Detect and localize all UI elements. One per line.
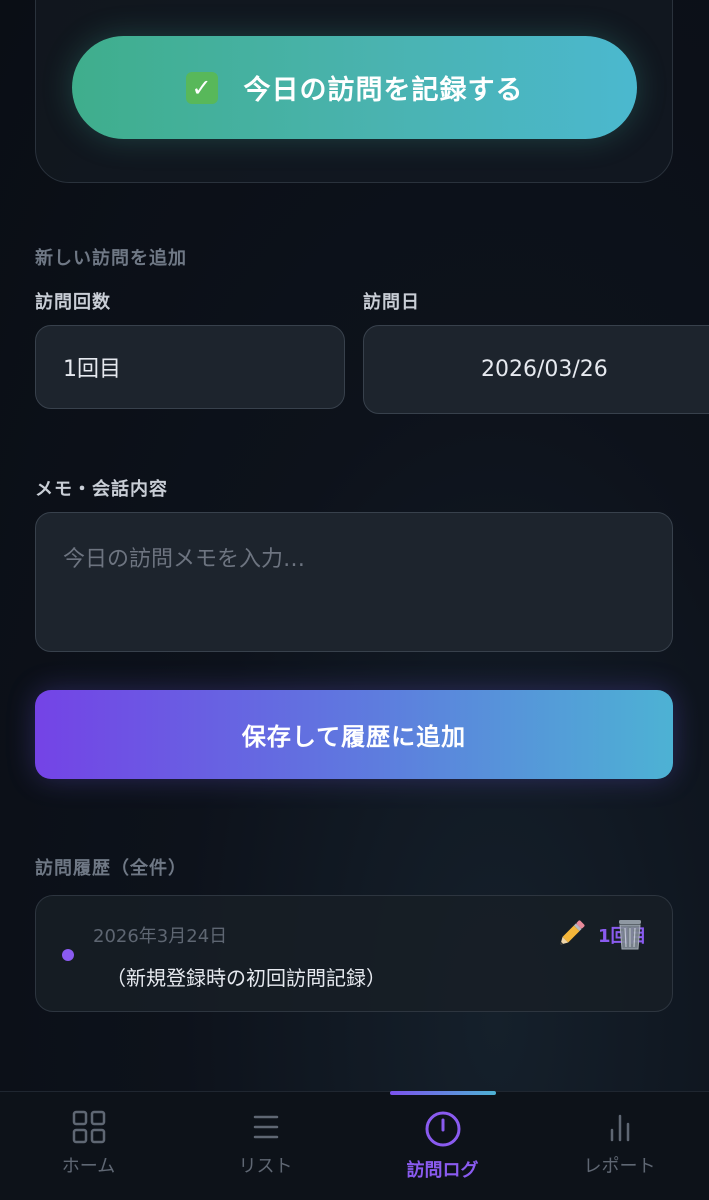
- memo-label: メモ・会話内容: [35, 479, 168, 500]
- visit-count-label: 訪問回数: [35, 292, 111, 313]
- save-to-history-button[interactable]: 保存して履歴に追加: [35, 690, 673, 779]
- nav-item-visit-log[interactable]: 訪問ログ: [354, 1100, 531, 1192]
- nav-label-home: ホーム: [61, 1156, 116, 1177]
- check-mark-icon: ✓: [185, 71, 218, 104]
- nav-label-visit-log: 訪問ログ: [406, 1160, 479, 1181]
- clock-icon: [425, 1111, 460, 1147]
- record-visit-button[interactable]: ✓ 今日の訪問を記録する: [72, 36, 637, 139]
- visit-date-field[interactable]: 2026/03/26: [363, 325, 709, 414]
- nav-active-indicator: [390, 1091, 496, 1095]
- memo-placeholder: 今日の訪問メモを入力…: [63, 547, 306, 572]
- trash-icon[interactable]: [612, 916, 648, 952]
- visit-date-label: 訪問日: [363, 292, 420, 313]
- new-visit-section-title: 新しい訪問を追加: [35, 248, 187, 269]
- record-visit-label: 今日の訪問を記録する: [243, 75, 524, 106]
- history-entry: [35, 895, 673, 1012]
- nav-item-list[interactable]: リスト: [177, 1100, 354, 1192]
- nav-label-report: レポート: [583, 1156, 656, 1177]
- pencil-icon[interactable]: [553, 916, 589, 952]
- history-entry-date: 2026年3月24日: [93, 926, 228, 947]
- nav-item-home[interactable]: ホーム: [0, 1100, 177, 1192]
- visit-history-section-title: 訪問履歴（全件）: [35, 858, 187, 879]
- visit-count-value: 1回目: [63, 357, 121, 382]
- grid-icon: [72, 1110, 105, 1144]
- memo-textarea[interactable]: 今日の訪問メモを入力…: [35, 512, 673, 652]
- nav-item-report[interactable]: レポート: [531, 1100, 708, 1192]
- bar-chart-icon: [610, 1114, 629, 1142]
- list-icon: [253, 1115, 278, 1139]
- visit-date-value: 2026/03/26: [481, 357, 608, 382]
- timeline-dot-icon: [62, 949, 74, 961]
- history-entry-text: （新規登録時の初回訪問記録）: [106, 966, 386, 990]
- nav-label-list: リスト: [238, 1156, 293, 1177]
- visit-count-select[interactable]: 1回目: [35, 325, 345, 409]
